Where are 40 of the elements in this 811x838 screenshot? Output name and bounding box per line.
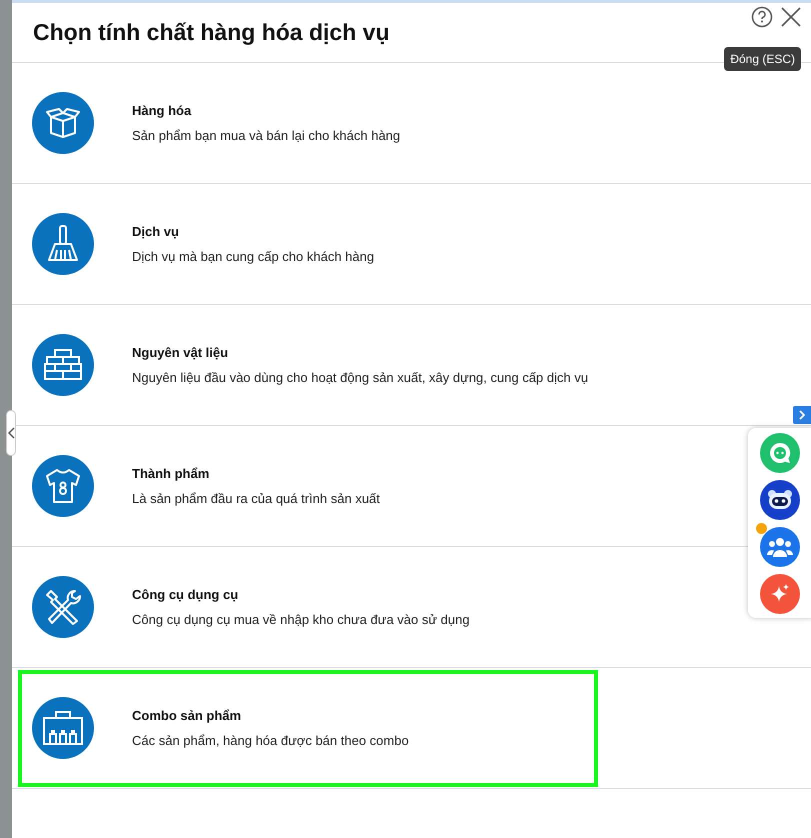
type-option[interactable]: Thành phẩm Là sản phẩm đầu ra của quá trình sản xuất: [18, 428, 598, 544]
option-description: Sản phẩm bạn mua và bán lại cho khách hàng: [132, 128, 400, 143]
notification-dot: [756, 523, 767, 534]
robot-icon: [767, 489, 793, 511]
broom-icon: [45, 224, 81, 264]
robot-button[interactable]: [760, 480, 800, 520]
tools-icon: [43, 587, 83, 627]
option-description: Dịch vụ mà bạn cung cấp cho khách hàng: [132, 249, 374, 264]
option-description: Công cụ dụng cụ mua về nhập kho chưa đưa vào sử dụng: [132, 612, 470, 627]
option-description: Các sản phẩm, hàng hóa được bán theo combo: [132, 733, 409, 748]
close-icon: [781, 6, 801, 26]
dialog-title: Chọn tính chất hàng hóa dịch vụ: [33, 19, 390, 46]
help-button[interactable]: [751, 6, 773, 28]
option-description: Nguyên liệu đầu vào dùng cho hoạt động sản xuất, xây dựng, cung cấp dịch vụ: [132, 370, 588, 385]
chevron-left-icon: [8, 427, 14, 439]
shirt-icon: [44, 467, 82, 505]
option-name: Dịch vụ: [132, 224, 180, 239]
type-option[interactable]: Công cụ dụng cụ Công cụ dụng cụ mua về nhập kho chưa đưa vào sử dụng: [18, 548, 598, 666]
help-icon: [751, 6, 773, 28]
expand-tab[interactable]: [793, 406, 811, 424]
option-name: Nguyên vật liệu: [132, 345, 230, 360]
close-button[interactable]: [781, 6, 801, 26]
collapse-handle[interactable]: [6, 410, 16, 456]
type-option[interactable]: Combo sản phẩm Các sản phẩm, hàng hóa được bán theo combo: [18, 670, 598, 786]
chat-icon: [768, 441, 792, 465]
option-name: Hàng hóa: [132, 103, 192, 118]
option-name: Thành phẩm: [132, 466, 210, 481]
people-icon: [767, 536, 793, 558]
type-option[interactable]: Dịch vụ Dịch vụ mà bạn cung cấp cho khách hàng: [18, 186, 598, 302]
close-tooltip: Đóng (ESC): [724, 47, 801, 71]
toolbox-icon: [41, 710, 85, 746]
option-name: Công cụ dụng cụ: [132, 587, 240, 602]
type-option[interactable]: Hàng hóa Sản phẩm bạn mua và bán lại cho khách hàng: [18, 64, 598, 182]
option-description: Là sản phẩm đầu ra của quá trình sản xuất: [132, 491, 380, 506]
chevron-right-icon: [799, 410, 805, 420]
type-option[interactable]: Nguyên vật liệu Nguyên liệu đầu vào dùng cho hoạt động sản xuất, xây dựng, cung cấp dịch vụ: [18, 306, 600, 424]
bricks-icon: [43, 347, 83, 383]
option-name: Combo sản phẩm: [132, 708, 242, 723]
sparkle-button[interactable]: [760, 574, 800, 614]
box-icon: [45, 105, 81, 141]
